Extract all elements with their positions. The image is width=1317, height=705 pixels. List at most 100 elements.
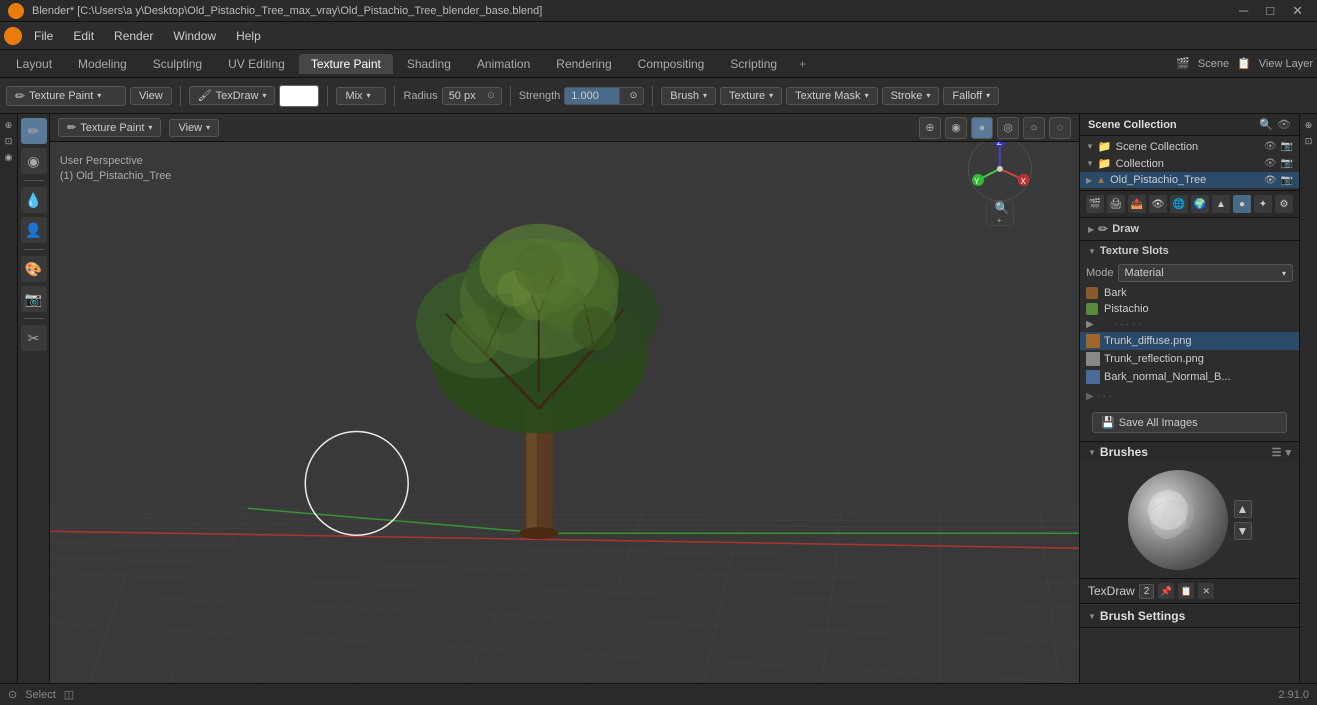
viewport-shading-material-btn[interactable]: ◎ xyxy=(997,117,1019,139)
texture-file-trunk-diffuse[interactable]: Trunk_diffuse.png xyxy=(1080,332,1299,350)
pistachio-label: Old_Pistachio_Tree xyxy=(1110,174,1206,186)
strength-input[interactable]: 1.000 ⊙ xyxy=(564,87,644,105)
scene-value[interactable]: Scene xyxy=(1198,58,1229,70)
viewport-shading-solid-btn[interactable]: ● xyxy=(971,117,993,139)
texdraw-number[interactable]: 2 xyxy=(1139,584,1155,599)
viewport-header: ✏ Texture Paint ▾ View ▾ ⊕ ◉ ● ◎ ○ ◌ xyxy=(50,114,1079,142)
view-button[interactable]: View xyxy=(130,87,172,105)
tool-fill[interactable]: 🎨 xyxy=(21,256,47,282)
menu-render[interactable]: Render xyxy=(106,27,161,45)
view-layer-value[interactable]: View Layer xyxy=(1259,58,1313,70)
brush-down-btn[interactable]: ▼ xyxy=(1234,522,1252,540)
brush-settings-header[interactable]: ▼ Brush Settings xyxy=(1080,604,1299,627)
texture-slots-header[interactable]: ▼ Texture Slots xyxy=(1080,241,1299,261)
viewport-shading-rendered-btn[interactable]: ◌ xyxy=(1049,117,1071,139)
viewport-overlay-btn[interactable]: ◉ xyxy=(945,117,967,139)
viewport-shading-render-btn[interactable]: ○ xyxy=(1023,117,1045,139)
props-world-icon[interactable]: 🌍 xyxy=(1191,195,1209,213)
textures-expand[interactable]: ▶ · · · xyxy=(1080,386,1299,404)
brushes-list-icon[interactable]: ☰ xyxy=(1272,446,1282,459)
tree-row-pistachio[interactable]: ▶ ▲ Old_Pistachio_Tree 👁 📷 xyxy=(1080,172,1299,188)
tree-row-scene-collection[interactable]: ▼ 📁 Scene Collection 👁 📷 xyxy=(1080,138,1299,155)
viewport-view-btn[interactable]: View ▾ xyxy=(169,119,219,137)
blend-mode-selector[interactable]: Mix ▾ xyxy=(336,87,386,105)
outliner-filter-icon[interactable]: 🔍 xyxy=(1259,118,1273,131)
viewport-mode-label: Texture Paint xyxy=(80,122,144,134)
props-output-icon[interactable]: 📤 xyxy=(1128,195,1146,213)
texture-file-bark-normal[interactable]: Bark_normal_Normal_B... xyxy=(1080,368,1299,386)
pistachio-eye-icon[interactable]: 👁 xyxy=(1264,175,1277,186)
texdraw-copy-icon[interactable]: 📋 xyxy=(1178,583,1194,599)
left-strip-icon-3[interactable]: ◉ xyxy=(2,150,16,164)
texdraw-delete-icon[interactable]: ✕ xyxy=(1198,583,1214,599)
maximize-button[interactable]: □ xyxy=(1260,3,1280,19)
props-physics-icon[interactable]: ⚙ xyxy=(1275,195,1293,213)
tool-mask[interactable]: 📷 xyxy=(21,286,47,312)
mode-selector-right[interactable]: Material ▾ xyxy=(1118,264,1293,282)
radius-input[interactable]: 50 px ⊙ xyxy=(442,87,502,105)
tab-sculpting[interactable]: Sculpting xyxy=(141,54,214,74)
outliner-eye-icon[interactable]: 👁 xyxy=(1277,118,1291,131)
menu-file[interactable]: File xyxy=(26,27,61,45)
color-swatch[interactable] xyxy=(279,85,319,107)
viewport-canvas[interactable]: User Perspective (1) Old_Pistachio_Tree … xyxy=(50,114,1079,683)
brush-selector[interactable]: 🖌 TexDraw ▾ xyxy=(189,86,276,105)
texture-btn[interactable]: Texture ▾ xyxy=(720,87,782,105)
slots-expand[interactable]: ▶ · · · · · xyxy=(1080,317,1299,332)
left-strip-icon-1[interactable]: ⊕ xyxy=(2,118,16,132)
scene-collection-render-icon[interactable]: 📷 xyxy=(1281,141,1293,152)
falloff-btn[interactable]: Falloff ▾ xyxy=(943,87,999,105)
props-right-icon-2[interactable]: ⊡ xyxy=(1302,134,1316,148)
props-right-icon-1[interactable]: ⊕ xyxy=(1302,118,1316,132)
tree-row-collection[interactable]: ▼ 📁 Collection 👁 📷 xyxy=(1080,155,1299,172)
brush-up-btn[interactable]: ▲ xyxy=(1234,500,1252,518)
props-scene-icon[interactable]: 🎬 xyxy=(1086,195,1104,213)
tool-soften[interactable]: ◉ xyxy=(21,148,47,174)
scene-collection-eye-icon[interactable]: 👁 xyxy=(1264,141,1277,152)
menu-help[interactable]: Help xyxy=(228,27,269,45)
props-view-icon[interactable]: 👁 xyxy=(1149,195,1167,213)
mode-selector[interactable]: ✏ Texture Paint ▾ xyxy=(6,86,126,106)
props-render-icon[interactable]: 🖨 xyxy=(1107,195,1125,213)
add-workspace-button[interactable]: + xyxy=(791,54,814,74)
tab-texture-paint[interactable]: Texture Paint xyxy=(299,54,393,74)
tab-uv-editing[interactable]: UV Editing xyxy=(216,54,297,74)
props-object-icon[interactable]: ▲ xyxy=(1212,195,1230,213)
tab-animation[interactable]: Animation xyxy=(465,54,542,74)
draw-section-header[interactable]: ▶ ✏ Draw xyxy=(1080,218,1299,240)
tab-modeling[interactable]: Modeling xyxy=(66,54,139,74)
left-strip-icon-2[interactable]: ⊡ xyxy=(2,134,16,148)
props-material-icon-active[interactable]: ● xyxy=(1233,195,1251,213)
texture-slot-bark[interactable]: Bark xyxy=(1080,285,1299,301)
texture-file-trunk-reflection[interactable]: Trunk_reflection.png xyxy=(1080,350,1299,368)
texdraw-pin-icon[interactable]: 📌 xyxy=(1158,583,1174,599)
minimize-button[interactable]: ─ xyxy=(1233,3,1254,19)
menu-window[interactable]: Window xyxy=(165,27,224,45)
brush-settings-btn[interactable]: Brush ▾ xyxy=(661,87,716,105)
texture-slot-pistachio[interactable]: Pistachio xyxy=(1080,301,1299,317)
viewport[interactable]: ✏ Texture Paint ▾ View ▾ ⊕ ◉ ● ◎ ○ ◌ xyxy=(50,114,1079,683)
tool-draw[interactable]: ✏ xyxy=(21,118,47,144)
props-scene-props-icon[interactable]: 🌐 xyxy=(1170,195,1188,213)
stroke-btn[interactable]: Stroke ▾ xyxy=(882,87,940,105)
tab-rendering[interactable]: Rendering xyxy=(544,54,623,74)
close-button[interactable]: ✕ xyxy=(1286,3,1309,19)
tab-shading[interactable]: Shading xyxy=(395,54,463,74)
tool-annotate[interactable]: ✂ xyxy=(21,325,47,351)
tab-scripting[interactable]: Scripting xyxy=(718,54,789,74)
props-particles-icon[interactable]: ✦ xyxy=(1254,195,1272,213)
tool-clone[interactable]: 👤 xyxy=(21,217,47,243)
menu-edit[interactable]: Edit xyxy=(65,27,102,45)
brushes-expand-icon[interactable]: ▾ xyxy=(1285,446,1291,459)
collection-render-icon[interactable]: 📷 xyxy=(1281,158,1293,169)
viewport-mode-btn[interactable]: ✏ Texture Paint ▾ xyxy=(58,118,161,137)
tab-compositing[interactable]: Compositing xyxy=(626,54,717,74)
pistachio-render-icon[interactable]: 📷 xyxy=(1281,175,1293,186)
texture-mask-btn[interactable]: Texture Mask ▾ xyxy=(786,87,877,105)
collection-eye-icon[interactable]: 👁 xyxy=(1264,158,1277,169)
tool-smear[interactable]: 💧 xyxy=(21,187,47,213)
save-all-images-button[interactable]: 💾 Save All Images xyxy=(1092,412,1287,433)
viewport-gizmo-btn[interactable]: ⊕ xyxy=(919,117,941,139)
tab-layout[interactable]: Layout xyxy=(4,54,64,74)
brushes-header[interactable]: ▼ Brushes ☰ ▾ xyxy=(1080,442,1299,462)
